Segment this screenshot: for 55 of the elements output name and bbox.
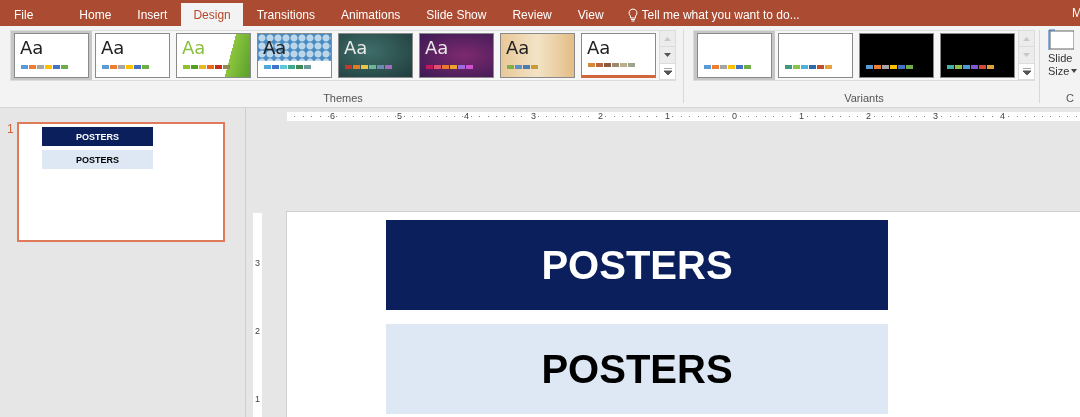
group-label: Variants xyxy=(844,92,884,104)
more-icon xyxy=(1022,67,1031,75)
variant-thumbnail[interactable] xyxy=(940,33,1015,78)
ruler-number: 0 xyxy=(731,112,738,121)
ribbon-tab[interactable]: File xyxy=(4,3,44,26)
theme-thumbnail[interactable]: Aa xyxy=(257,33,332,78)
ruler-number: 4 xyxy=(463,112,470,121)
lightbulb-icon xyxy=(627,7,638,22)
variant-thumbnail[interactable] xyxy=(778,33,853,78)
tell-me-field[interactable]: Tell me what you want to do... xyxy=(641,7,817,22)
ruler-number: 3 xyxy=(530,112,537,121)
group-label: C xyxy=(1066,92,1074,104)
text-box: POSTERS xyxy=(42,127,153,146)
ruler-number: 6 xyxy=(329,112,336,121)
ribbon-tab[interactable]: Home xyxy=(67,3,124,26)
down-caret-icon xyxy=(664,53,671,57)
theme-thumbnail[interactable]: Aa xyxy=(419,33,494,78)
ribbon-tab[interactable]: Transitions xyxy=(244,3,327,26)
ribbon-tab[interactable]: Insert xyxy=(125,3,180,26)
ribbon-tab[interactable]: Animations xyxy=(329,3,413,26)
ruler-number: 1 xyxy=(798,112,805,121)
theme-thumbnail[interactable]: Aa xyxy=(14,33,89,78)
theme-thumbnail[interactable]: Aa xyxy=(338,33,413,78)
ruler-number: 2 xyxy=(865,112,872,121)
down-caret-icon xyxy=(1023,53,1030,57)
theme-thumbnail[interactable]: Aa xyxy=(581,33,656,78)
up-caret-icon xyxy=(1023,36,1030,41)
scroll-down-button[interactable] xyxy=(660,47,675,64)
ruler-number: 3 xyxy=(932,112,939,121)
group-label: Themes xyxy=(323,92,363,104)
theme-thumbnail[interactable]: Aa xyxy=(95,33,170,78)
ribbon-tab[interactable]: Design xyxy=(181,3,243,26)
caret-icon xyxy=(1071,69,1078,73)
ruler-number: 3 xyxy=(254,258,261,268)
text-box: POSTERS xyxy=(42,150,153,169)
up-caret-icon xyxy=(664,36,671,41)
theme-thumbnail[interactable]: Aa xyxy=(500,33,575,78)
variant-thumbnail[interactable] xyxy=(697,33,772,78)
slide-thumbnail[interactable]: POSTERS POSTERS xyxy=(17,122,225,242)
ruler-number: 2 xyxy=(254,326,261,336)
text-box[interactable]: POSTERS xyxy=(386,220,888,310)
ribbon-tab[interactable]: View xyxy=(565,3,616,26)
ruler-number: 2 xyxy=(597,112,604,121)
variant-thumbnail[interactable] xyxy=(859,33,934,78)
slide-size-button[interactable]: Slide Size xyxy=(1048,26,1078,77)
slide-number: 1 xyxy=(6,122,15,136)
ruler-number: 1 xyxy=(254,394,261,404)
ruler-number: 4 xyxy=(999,112,1006,121)
ruler-number: 5 xyxy=(396,112,403,121)
text-box[interactable]: POSTERS xyxy=(386,324,888,414)
slide-size-icon xyxy=(1048,29,1074,51)
ruler-number: 1 xyxy=(664,112,671,121)
ribbon-tab[interactable]: Slide Show xyxy=(414,3,499,26)
more-icon xyxy=(663,67,672,75)
ribbon-tab[interactable]: Review xyxy=(500,3,564,26)
